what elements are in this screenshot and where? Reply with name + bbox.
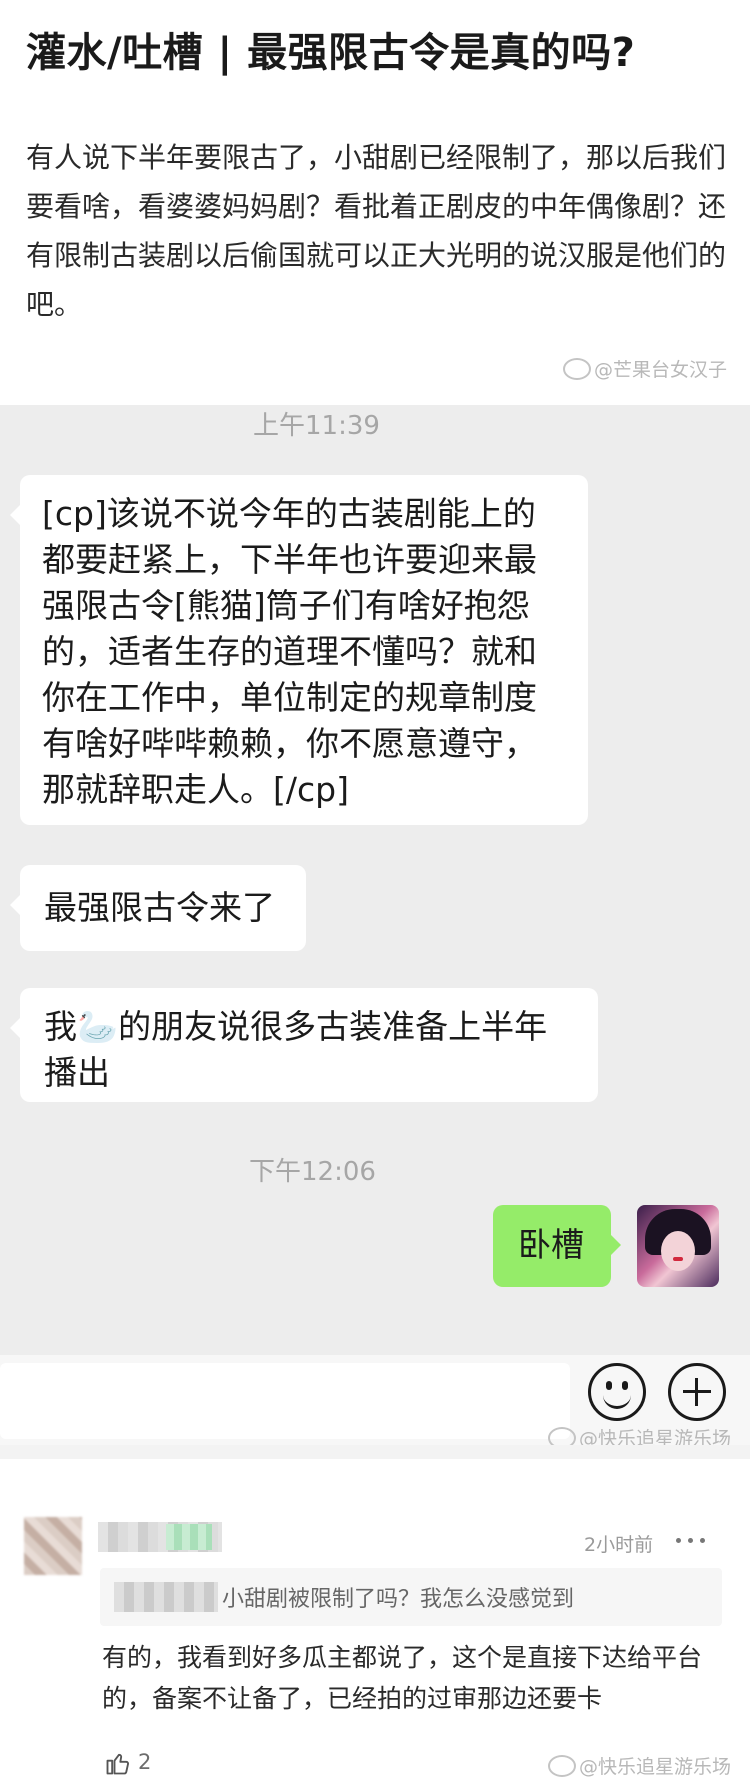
watermark: @快乐追星游乐场 (548, 1752, 731, 1779)
swan-icon: 🦢 (77, 1007, 119, 1046)
like-count: 2 (138, 1750, 152, 1774)
avatar[interactable] (637, 1205, 719, 1287)
quoted-text: 小甜剧被限制了吗？我怎么没感觉到 (222, 1587, 575, 1612)
chat-screenshot: 上午11:39 [cp]该说不说今年的古装剧能上的都要赶紧上，下半年也许要迎来最… (0, 405, 750, 1355)
timestamp: 上午11:39 (253, 411, 380, 441)
quoted-username (114, 1582, 218, 1612)
chat-message[interactable]: 我🦢的朋友说很多古装准备上半年播出 (10, 988, 598, 1102)
chat-message[interactable]: 最强限古令来了 (10, 865, 306, 951)
post-body: 有人说下半年要限古了，小甜剧已经限制了，那以后我们要看啥，看婆婆妈妈剧？看批着正… (26, 141, 727, 321)
message-text: 我 (44, 1007, 77, 1046)
commenter-badge (166, 1524, 212, 1550)
commenter-avatar[interactable] (24, 1517, 82, 1575)
comment-time: 2小时前 (584, 1534, 654, 1556)
message-input[interactable] (0, 1363, 570, 1439)
like-button[interactable] (104, 1749, 132, 1777)
my-chat-message[interactable]: 卧槽 (493, 1205, 621, 1287)
more-options-icon[interactable] (676, 1530, 710, 1550)
plus-circle-icon[interactable] (668, 1363, 726, 1421)
chat-input-bar: @快乐追星游乐场 (0, 1355, 750, 1450)
weibo-icon (563, 358, 591, 380)
smiley-face-icon[interactable] (588, 1363, 646, 1421)
timestamp: 下午12:06 (249, 1157, 376, 1187)
section-divider (0, 1445, 750, 1459)
quoted-comment[interactable]: 小甜剧被限制了吗？我怎么没感觉到 (100, 1568, 722, 1626)
chat-message[interactable]: [cp]该说不说今年的古装剧能上的都要赶紧上，下半年也许要迎来最强限古令[熊猫]… (10, 475, 588, 825)
weibo-icon (548, 1755, 576, 1777)
message-text: 的朋友说很多古装准备上半年播出 (44, 1007, 548, 1092)
watermark: @芒果台女汉子 (563, 355, 727, 382)
post-title: 灌水/吐槽 | 最强限古令是真的吗? (26, 30, 636, 76)
thumbs-up-icon (106, 1753, 129, 1775)
comment-text: 有的，我看到好多瓜主都说了，这个是直接下达给平台的，备案不让备了，已经拍的过审那… (102, 1643, 703, 1713)
